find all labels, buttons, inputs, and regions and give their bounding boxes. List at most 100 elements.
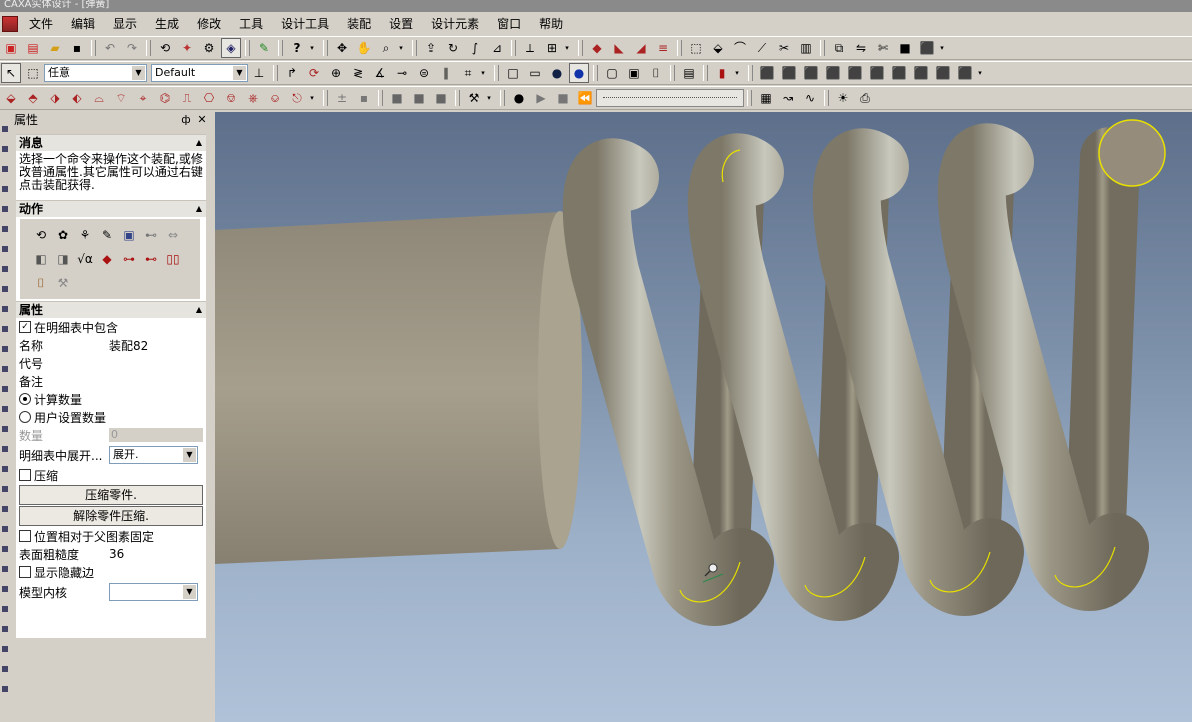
menu-edit[interactable]: 编辑 <box>62 13 104 35</box>
angle-icon[interactable]: ∡ <box>370 63 390 83</box>
compress-row[interactable]: 压缩 <box>16 466 206 484</box>
tool-icon[interactable] <box>2 226 8 232</box>
view-sw-icon[interactable]: ⬛ <box>955 63 975 83</box>
tool-icon[interactable] <box>2 246 8 252</box>
fix-position-row[interactable]: 位置相对于父图素固定 <box>16 527 206 545</box>
collapse-icon[interactable]: ▲ <box>192 302 206 318</box>
new-drawing-icon[interactable]: ▤ <box>23 38 43 58</box>
color-icon[interactable]: ◣ <box>609 38 629 58</box>
mirror-icon[interactable]: ⇋ <box>851 38 871 58</box>
tool-icon[interactable] <box>2 586 8 592</box>
action-assemble-icon[interactable]: ✿ <box>53 225 73 245</box>
fix-position-checkbox[interactable] <box>19 530 31 542</box>
toolbar-more-icon[interactable]: ▾ <box>308 44 316 52</box>
action-formula-icon[interactable]: √α <box>75 249 95 269</box>
tool-icon[interactable] <box>2 466 8 472</box>
action-cylinder-icon[interactable]: ⌷ <box>31 273 51 293</box>
distance-icon[interactable]: ≷ <box>348 63 368 83</box>
tool-icon[interactable] <box>2 686 8 692</box>
animation-timeline-slider[interactable] <box>596 89 744 107</box>
spring-back-strand[interactable] <box>1065 127 1140 582</box>
toolbar-more-icon[interactable]: ▾ <box>976 69 984 77</box>
properties-section-header[interactable]: 属性 ▲ <box>16 301 206 318</box>
surface-sweep-icon[interactable]: ⬗ <box>45 88 65 108</box>
select-filter-icon[interactable]: ⟲ <box>155 38 175 58</box>
save-icon[interactable]: ▪ <box>67 38 87 58</box>
view-front-icon[interactable]: ▢ <box>602 63 622 83</box>
surface-split-icon[interactable]: ⎔ <box>199 88 219 108</box>
orbit-icon[interactable]: ✥ <box>332 38 352 58</box>
pin-icon[interactable]: ф <box>178 112 194 128</box>
tool-icon[interactable] <box>2 166 8 172</box>
tool-icon[interactable] <box>2 426 8 432</box>
action-red-icon[interactable]: ◆ <box>97 249 117 269</box>
action-interference-icon[interactable]: ⊷ <box>141 225 161 245</box>
cut-icon[interactable]: ✄ <box>873 38 893 58</box>
include-bom-row[interactable]: ✓ 在明细表中包含 <box>16 318 206 336</box>
tool-icon[interactable] <box>2 566 8 572</box>
parallel-icon[interactable]: ∥ <box>436 63 456 83</box>
tool-icon[interactable] <box>2 526 8 532</box>
measure-icon[interactable]: ⟂ <box>520 38 540 58</box>
surface-loft-icon[interactable]: ⬘ <box>23 88 43 108</box>
render-icon[interactable]: ◆ <box>587 38 607 58</box>
menu-window[interactable]: 窗口 <box>488 13 530 35</box>
animation-keyframe-icon[interactable]: ± <box>332 88 352 108</box>
surface-patch-icon[interactable]: ⎋ <box>287 88 307 108</box>
animation-b-icon[interactable]: ■ <box>409 88 429 108</box>
tri-ball-icon[interactable]: ✦ <box>177 38 197 58</box>
action-pair-icon[interactable]: ▯▯ <box>163 249 183 269</box>
path-curve-icon[interactable]: ∿ <box>800 88 820 108</box>
path-edit-icon[interactable]: ↝ <box>778 88 798 108</box>
feature-icon[interactable]: ⬚ <box>686 38 706 58</box>
align-icon[interactable]: ⊕ <box>326 63 346 83</box>
new-icon[interactable]: ▣ <box>1 38 21 58</box>
tool-icon[interactable] <box>2 546 8 552</box>
chevron-down-icon[interactable]: ▼ <box>233 66 246 80</box>
copy-icon[interactable]: ⧉ <box>829 38 849 58</box>
menu-settings[interactable]: 设置 <box>380 13 422 35</box>
chevron-down-icon[interactable]: ▼ <box>183 585 196 599</box>
calc-qty-radio[interactable] <box>19 393 31 405</box>
tool-icon[interactable] <box>2 626 8 632</box>
shaded-icon[interactable]: ● <box>547 63 567 83</box>
animation-tool-icon[interactable]: ⚒ <box>464 88 484 108</box>
hidden-line-icon[interactable]: ▭ <box>525 63 545 83</box>
sketch-icon[interactable]: ✎ <box>254 38 274 58</box>
light-icon[interactable]: ☀ <box>833 88 853 108</box>
camera-icon[interactable]: ⎙ <box>855 88 875 108</box>
surface-revolve-icon[interactable]: ⬖ <box>67 88 87 108</box>
animation-c-icon[interactable]: ■ <box>431 88 451 108</box>
surface-thicken-icon[interactable]: ⎈ <box>243 88 263 108</box>
record-icon[interactable]: ● <box>509 88 529 108</box>
rotate-icon[interactable]: ⟳ <box>304 63 324 83</box>
revolve-icon[interactable]: ↻ <box>443 38 463 58</box>
app-icon[interactable] <box>2 16 18 32</box>
toolbar-more-icon[interactable]: ▾ <box>938 44 946 52</box>
zoom-icon[interactable]: ⌕ <box>376 38 396 58</box>
qty-field[interactable]: 0 <box>109 428 203 442</box>
toolbar-more-icon[interactable]: ▾ <box>733 69 741 77</box>
chevron-down-icon[interactable]: ▼ <box>132 66 145 80</box>
view-nw-icon[interactable]: ⬛ <box>911 63 931 83</box>
tool-icon[interactable] <box>2 646 8 652</box>
menu-file[interactable]: 文件 <box>20 13 62 35</box>
action-select-icon[interactable]: ⟲ <box>31 225 51 245</box>
action-disassemble-icon[interactable]: ⚘ <box>75 225 95 245</box>
menu-design-tools[interactable]: 设计工具 <box>272 13 338 35</box>
menu-assembly[interactable]: 装配 <box>338 13 380 35</box>
shaft-body[interactable] <box>215 212 560 564</box>
surface-icon[interactable]: ⬙ <box>1 88 21 108</box>
action-explode-icon[interactable]: ⇔ <box>163 225 183 245</box>
view-bottom-icon[interactable]: ⬛ <box>779 63 799 83</box>
include-bom-checkbox[interactable]: ✓ <box>19 321 31 333</box>
open-folder-icon[interactable]: ▰ <box>45 38 65 58</box>
tool-icon[interactable] <box>2 266 8 272</box>
keyframe-icon[interactable]: ▦ <box>756 88 776 108</box>
view-right-icon[interactable]: ⬛ <box>823 63 843 83</box>
pan-icon[interactable]: ✋ <box>354 38 374 58</box>
tree-icon[interactable]: ⊥ <box>249 63 269 83</box>
menu-tools[interactable]: 工具 <box>230 13 272 35</box>
move-icon[interactable]: ↱ <box>282 63 302 83</box>
animation-a-icon[interactable]: ■ <box>387 88 407 108</box>
